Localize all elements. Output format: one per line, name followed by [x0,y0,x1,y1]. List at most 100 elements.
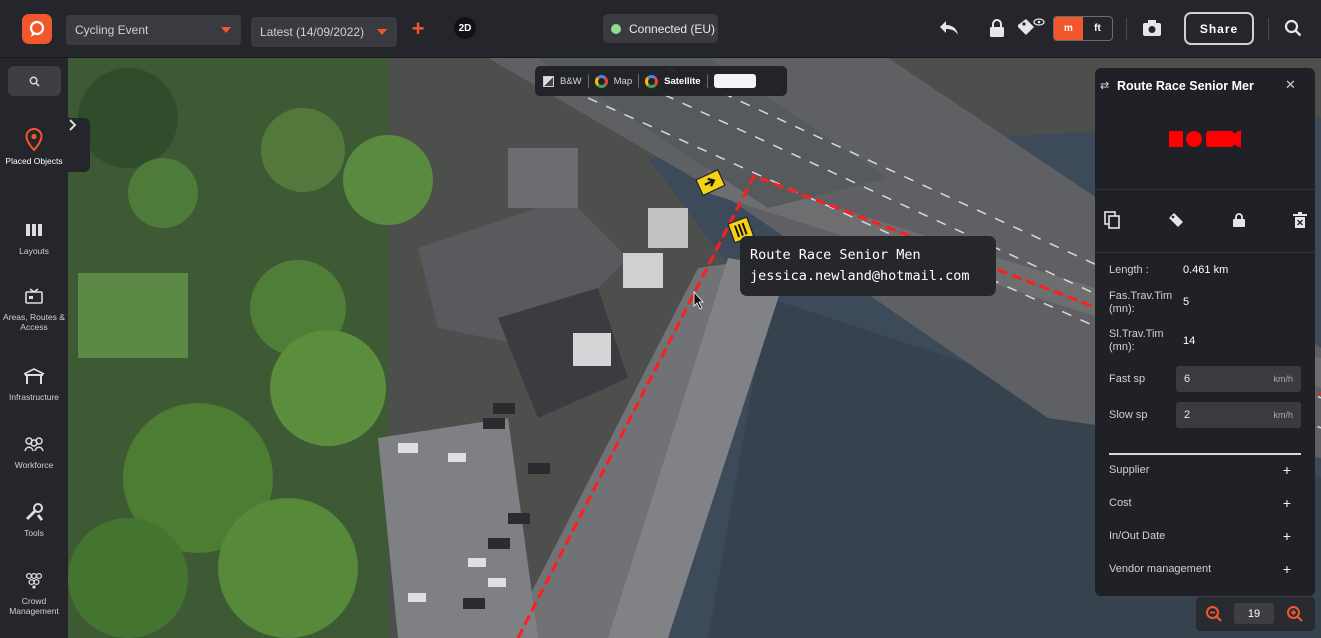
divider [1126,18,1127,40]
workforce-icon [0,432,68,456]
undo-icon[interactable] [937,16,961,40]
slow-travel-time-value: 14 [1183,335,1196,347]
left-sidebar: Placed Objects Layouts Areas, Routes & A… [0,58,68,638]
connection-label: Connected (EU) [629,21,716,36]
supplier-label: Supplier [1109,464,1150,476]
zoom-out-icon[interactable] [1204,604,1224,624]
copy-icon[interactable] [1101,209,1123,231]
add-version-button[interactable]: + [409,18,427,40]
layer-satellite-button[interactable]: Satellite [664,76,700,87]
in-out-date-row[interactable]: In/Out Date + [1109,528,1301,544]
app-logo-icon[interactable] [22,14,52,44]
divider [638,74,640,88]
sidebar-expand-tab[interactable] [68,118,90,172]
unit-m-button[interactable]: m [1054,17,1083,40]
fast-speed-input[interactable]: 6 km/h [1176,366,1301,392]
tooltip-title: Route Race Senior Men [750,247,921,263]
google-icon [594,74,608,88]
sidebar-item-label: Workforce [14,460,54,470]
fast-travel-time-label: Fas.Trav.Tim (mn): [1109,290,1173,315]
sidebar-item-workforce[interactable]: Workforce [0,432,68,470]
pin-icon [0,128,68,152]
slow-speed-value: 2 [1184,409,1191,421]
layer-bw-button[interactable]: B&W [560,76,582,87]
event-select[interactable]: Cycling Event [66,15,241,45]
cost-label: Cost [1109,497,1132,509]
plus-icon[interactable]: + [1283,462,1291,478]
divider [1095,252,1315,253]
units-toggle[interactable]: m ft [1053,16,1113,41]
sidebar-item-label: Placed Objects [5,156,63,166]
sidebar-item-label: Infrastructure [8,392,60,402]
sidebar-item-areas-routes-access[interactable]: Areas, Routes & Access [0,284,68,332]
fast-speed-unit: km/h [1273,374,1293,384]
fast-speed-value: 6 [1184,373,1191,385]
sidebar-item-label: Crowd Management [9,596,59,616]
tools-icon [0,500,68,524]
event-select-value: Cycling Event [75,23,149,37]
sidebar-search-button[interactable] [8,66,61,96]
vendor-management-row[interactable]: Vendor management + [1109,561,1301,577]
areas-icon [0,284,68,308]
version-select[interactable]: Latest (14/09/2022) [251,17,397,47]
length-value: 0.461 km [1183,264,1229,276]
sidebar-item-placed-objects[interactable]: Placed Objects [0,128,68,166]
delete-icon[interactable] [1289,209,1311,231]
slow-speed-input[interactable]: 2 km/h [1176,402,1301,428]
search-icon[interactable] [1281,16,1305,40]
fast-travel-time-value: 5 [1183,296,1190,308]
slow-speed-unit: km/h [1273,410,1293,420]
slow-speed-label: Slow sp [1109,409,1148,421]
swap-icon[interactable]: ⇄ [1100,79,1109,92]
plus-icon[interactable]: + [1283,495,1291,511]
camera-icon[interactable] [1140,16,1164,40]
sidebar-item-label: Layouts [19,246,49,256]
sidebar-item-crowd-management[interactable]: Crowd Management [0,568,68,616]
slow-travel-time-label: Sl.Trav.Tim (mn): [1109,328,1164,353]
connection-status: Connected (EU) [603,14,718,43]
chevron-right-icon [69,119,77,131]
sidebar-item-label: Tools [24,528,44,538]
divider [1268,18,1269,40]
close-icon[interactable]: ✕ [1285,77,1296,93]
layer-map-button[interactable]: Map [614,76,632,87]
sidebar-item-tools[interactable]: Tools [0,500,68,538]
panel-title: Route Race Senior Mer [1117,79,1254,93]
divider [1109,453,1301,455]
infrastructure-icon [0,364,68,388]
tag-icon[interactable] [1165,209,1187,231]
route-icon [1169,130,1241,148]
zoom-in-icon[interactable] [1285,604,1305,624]
unit-ft-button[interactable]: ft [1083,17,1112,40]
lock-icon[interactable] [985,16,1009,40]
length-label: Length : [1109,264,1149,276]
ordnance-survey-layer-button[interactable] [713,74,756,88]
sidebar-item-label: Areas, Routes & Access [3,312,65,332]
divider [587,74,589,88]
vendor-management-label: Vendor management [1109,563,1212,575]
supplier-row[interactable]: Supplier + [1109,462,1301,478]
panel-header: ⇄ Route Race Senior Mer ✕ [1095,68,1315,190]
status-dot-icon [611,23,621,34]
sidebar-item-layouts[interactable]: Layouts [0,218,68,256]
cost-row[interactable]: Cost + [1109,495,1301,511]
plus-icon[interactable]: + [1283,528,1291,544]
zoom-control: 19 [1196,597,1315,631]
chevron-down-icon [376,26,388,40]
share-button[interactable]: Share [1184,12,1254,45]
tag-visibility-icon[interactable] [1016,16,1046,40]
object-details-panel: ⇄ Route Race Senior Mer ✕ Length : 0.461… [1095,68,1315,596]
divider [706,74,708,88]
bw-layer-icon [543,75,554,87]
panel-actions [1095,207,1315,235]
plus-icon[interactable]: + [1283,561,1291,577]
in-out-date-label: In/Out Date [1109,530,1166,542]
view-mode-toggle[interactable]: 2D [454,17,476,39]
crowd-icon [0,568,68,592]
map-layer-switcher: B&W Map Satellite [535,66,787,96]
google-icon [645,74,659,88]
tooltip-email: jessica.newland@hotmail.com [750,268,970,284]
sidebar-item-infrastructure[interactable]: Infrastructure [0,364,68,402]
lock-icon[interactable] [1228,209,1250,231]
zoom-level: 19 [1234,603,1274,624]
